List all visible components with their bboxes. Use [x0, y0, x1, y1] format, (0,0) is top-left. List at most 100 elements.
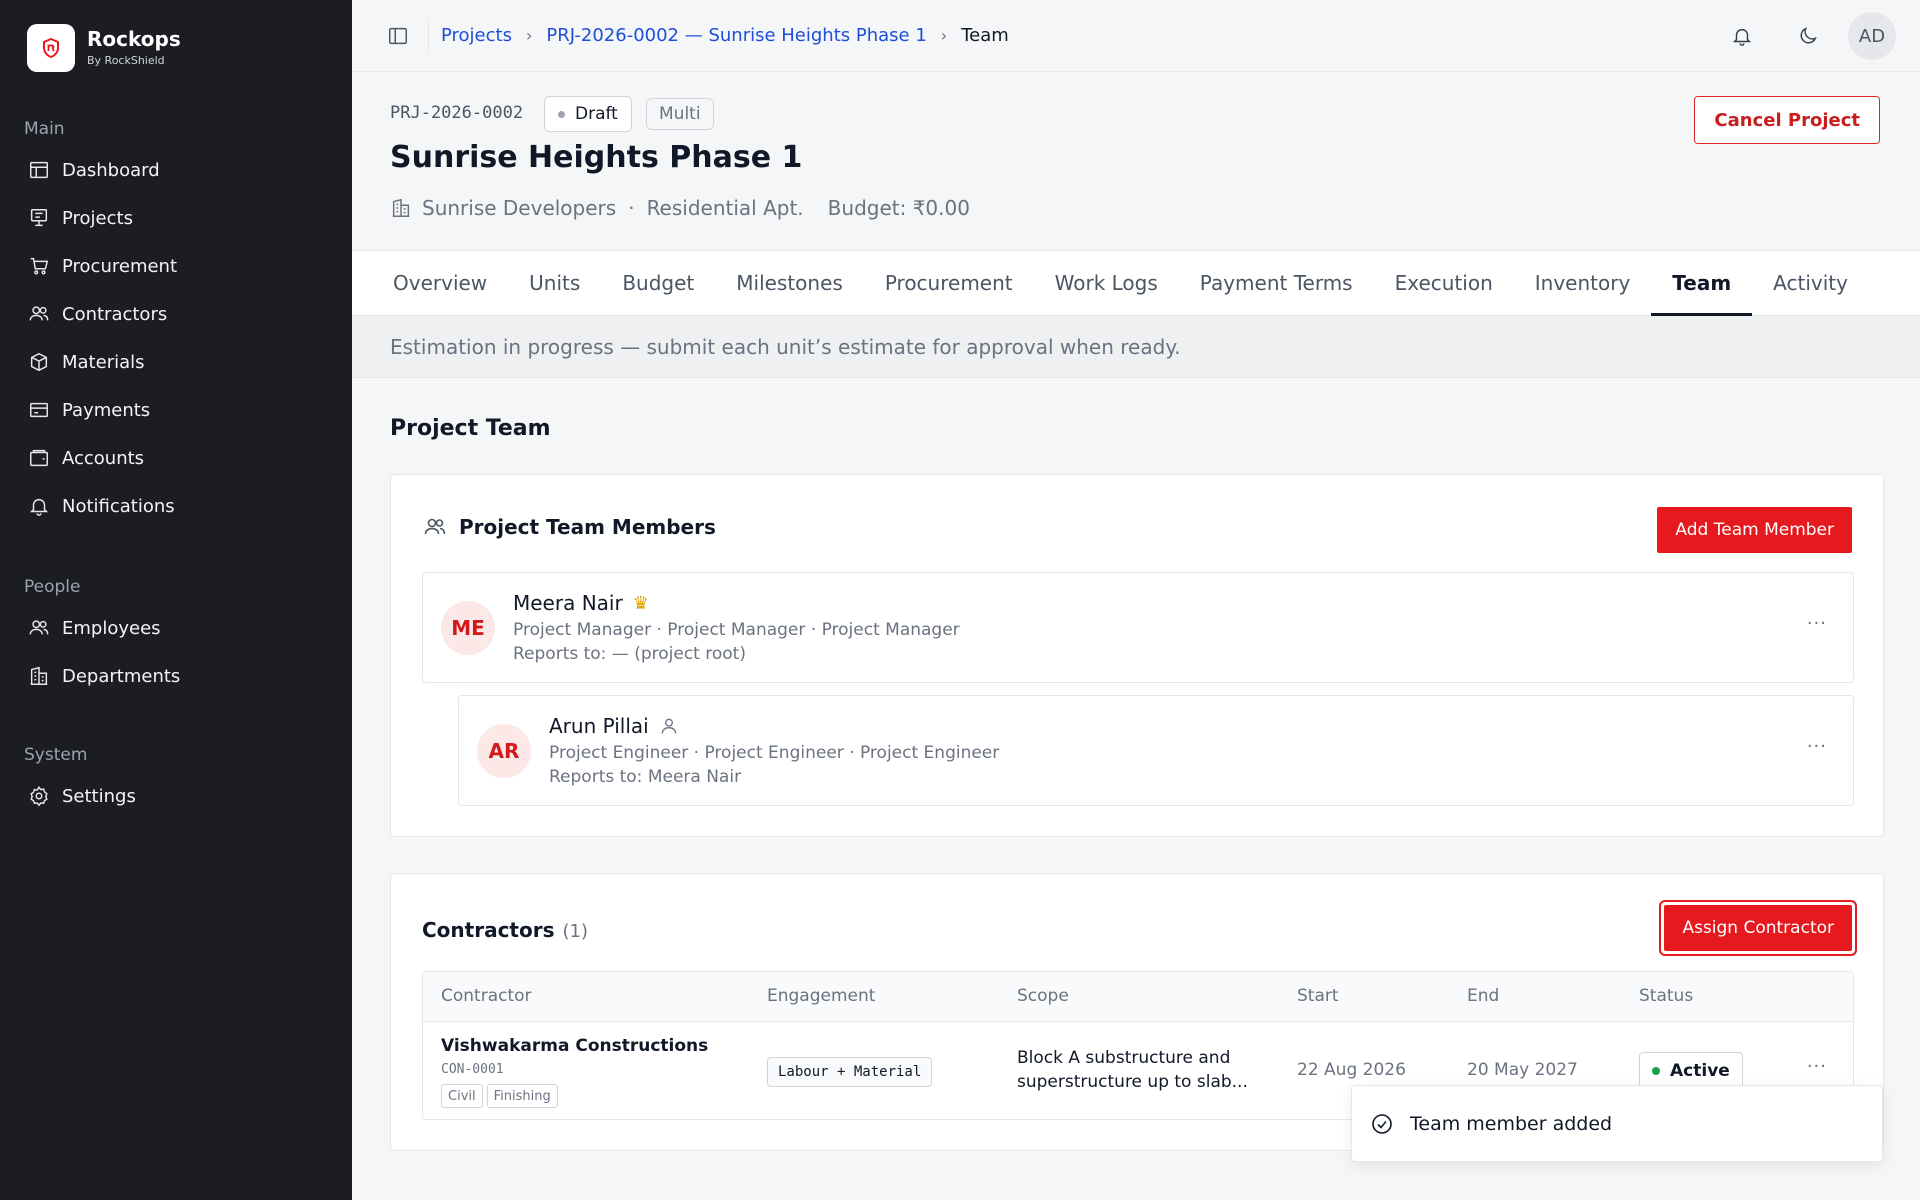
section-title: Project Team — [390, 416, 551, 441]
tab-work-logs[interactable]: Work Logs — [1034, 251, 1179, 315]
toast-notification: Team member added — [1351, 1085, 1883, 1162]
contractor-start-date: 22 Aug 2026 — [1297, 1060, 1406, 1080]
sidebar-item-label: Notifications — [62, 495, 175, 517]
divider — [428, 18, 429, 53]
status-badge-label: Active — [1670, 1061, 1730, 1081]
sidebar-item-settings[interactable]: Settings — [0, 772, 352, 820]
chevron-right-icon: › — [940, 26, 948, 45]
status-badge: Draft — [544, 96, 632, 132]
top-actions: AD — [1700, 12, 1896, 60]
sidebar-item-label: Settings — [62, 785, 136, 807]
tab-payment-terms[interactable]: Payment Terms — [1179, 251, 1374, 315]
sidebar-item-label: Employees — [62, 617, 161, 639]
tab-milestones[interactable]: Milestones — [715, 251, 864, 315]
nav-heading-people: People — [24, 577, 81, 597]
sidebar-item-label: Projects — [62, 207, 133, 229]
crown-icon: ♛ — [632, 592, 649, 614]
building-icon — [392, 198, 410, 217]
avatar: AR — [477, 724, 531, 778]
table-header: Contractor Engagement Scope Start End St… — [423, 972, 1853, 1022]
sidebar-item-label: Departments — [62, 665, 181, 687]
member-roles: Project Manager · Project Manager · Proj… — [513, 620, 960, 640]
contractors-title: Contractors — [422, 918, 555, 942]
sidebar-item-materials[interactable]: Materials — [0, 338, 352, 386]
member-name: Meera Nair ♛ — [513, 591, 649, 615]
sidebar-item-employees[interactable]: Employees — [0, 604, 352, 652]
more-options-button[interactable]: ··· — [1807, 736, 1827, 757]
brand-subtitle: By RockShield — [87, 54, 165, 67]
users-icon — [29, 306, 49, 321]
member-name-label: Meera Nair — [513, 591, 623, 615]
brand[interactable]: Rockops By RockShield — [27, 24, 181, 72]
breadcrumb-projects-link[interactable]: Projects — [441, 25, 512, 46]
member-roles: Project Engineer · Project Engineer · Pr… — [549, 743, 1000, 763]
contractor-code: CON-0001 — [441, 1062, 504, 1077]
sidebar-toggle-button[interactable] — [384, 22, 412, 50]
sidebar-item-label: Contractors — [62, 303, 168, 325]
contractor-scope: Block A substructure and superstructure … — [1017, 1048, 1248, 1092]
cancel-project-button[interactable]: Cancel Project — [1694, 96, 1880, 144]
project-developer: Sunrise Developers — [422, 196, 617, 220]
sidebar-toggle-icon — [389, 27, 407, 44]
engagement-badge: Labour + Material — [767, 1057, 933, 1087]
tab-overview[interactable]: Overview — [372, 251, 508, 315]
assign-contractor-button[interactable]: Assign Contractor — [1664, 905, 1852, 951]
user-avatar[interactable]: AD — [1848, 12, 1896, 60]
bell-icon — [29, 498, 49, 516]
theme-toggle-button[interactable] — [1784, 12, 1832, 60]
sidebar-item-dashboard[interactable]: Dashboard — [0, 146, 352, 194]
member-reports-to: Reports to: — (project root) — [513, 644, 746, 664]
more-options-button[interactable]: ··· — [1807, 613, 1827, 634]
tab-inventory[interactable]: Inventory — [1514, 251, 1652, 315]
user-icon — [661, 718, 677, 734]
dashboard-icon — [30, 161, 48, 179]
sidebar: Rockops By RockShield Main Dashboard Pro… — [0, 0, 352, 1200]
sidebar-item-contractors[interactable]: Contractors — [0, 290, 352, 338]
tab-activity[interactable]: Activity — [1752, 251, 1869, 315]
status-dot-icon — [1652, 1067, 1660, 1075]
sidebar-item-notifications[interactable]: Notifications — [0, 482, 352, 530]
sidebar-item-departments[interactable]: Departments — [0, 652, 352, 700]
sidebar-item-label: Dashboard — [62, 159, 160, 181]
page-title: Sunrise Heights Phase 1 — [390, 140, 803, 175]
nav-section-system: System Settings — [0, 738, 352, 820]
status-dot-icon — [558, 110, 565, 118]
project-code: PRJ-2026-0002 — [390, 103, 524, 123]
estimation-notice: Estimation in progress — submit each uni… — [352, 316, 1920, 378]
tab-execution[interactable]: Execution — [1374, 251, 1514, 315]
team-member-row: ME Meera Nair ♛ Project Manager · Projec… — [422, 572, 1854, 683]
sidebar-item-projects[interactable]: Projects — [0, 194, 352, 242]
projects-icon — [30, 209, 48, 227]
tab-units[interactable]: Units — [508, 251, 601, 315]
sidebar-item-procurement[interactable]: Procurement — [0, 242, 352, 290]
users-icon — [29, 620, 49, 635]
project-header: PRJ-2026-0002 Draft Multi Sunrise Height… — [352, 72, 1920, 250]
tag: Finishing — [486, 1084, 558, 1108]
card-title: Project Team Members — [459, 515, 716, 539]
sidebar-item-label: Accounts — [62, 447, 145, 469]
nav-section-people: People Employees Departments — [0, 570, 352, 700]
sidebar-item-payments[interactable]: Payments — [0, 386, 352, 434]
tab-team[interactable]: Team — [1651, 251, 1753, 316]
column-header: Status — [1639, 986, 1694, 1006]
column-header: Scope — [1017, 986, 1069, 1006]
meta-separator: · — [628, 196, 635, 220]
users-icon — [424, 518, 446, 535]
tab-budget[interactable]: Budget — [601, 251, 715, 315]
tab-procurement[interactable]: Procurement — [864, 251, 1034, 315]
moon-icon — [1800, 27, 1817, 44]
more-options-button[interactable]: ··· — [1807, 1056, 1827, 1077]
nav-section-main: Main Dashboard Projects Procurement Cont… — [0, 112, 352, 530]
nav-heading-main: Main — [24, 119, 65, 139]
project-tabs: Overview Units Budget Milestones Procure… — [352, 250, 1920, 316]
member-reports-to: Reports to: Meera Nair — [549, 767, 742, 787]
breadcrumb-project-link[interactable]: PRJ-2026-0002 — Sunrise Heights Phase 1 — [546, 25, 926, 46]
sidebar-item-label: Procurement — [62, 255, 178, 277]
contractor-name: Vishwakarma Constructions — [441, 1036, 709, 1056]
type-badge: Multi — [646, 98, 714, 130]
sidebar-item-accounts[interactable]: Accounts — [0, 434, 352, 482]
notifications-button[interactable] — [1718, 12, 1766, 60]
add-team-member-button[interactable]: Add Team Member — [1657, 507, 1852, 553]
project-category: Residential Apt. — [646, 196, 804, 220]
assign-contractor-focus-ring: Assign Contractor — [1659, 900, 1857, 956]
